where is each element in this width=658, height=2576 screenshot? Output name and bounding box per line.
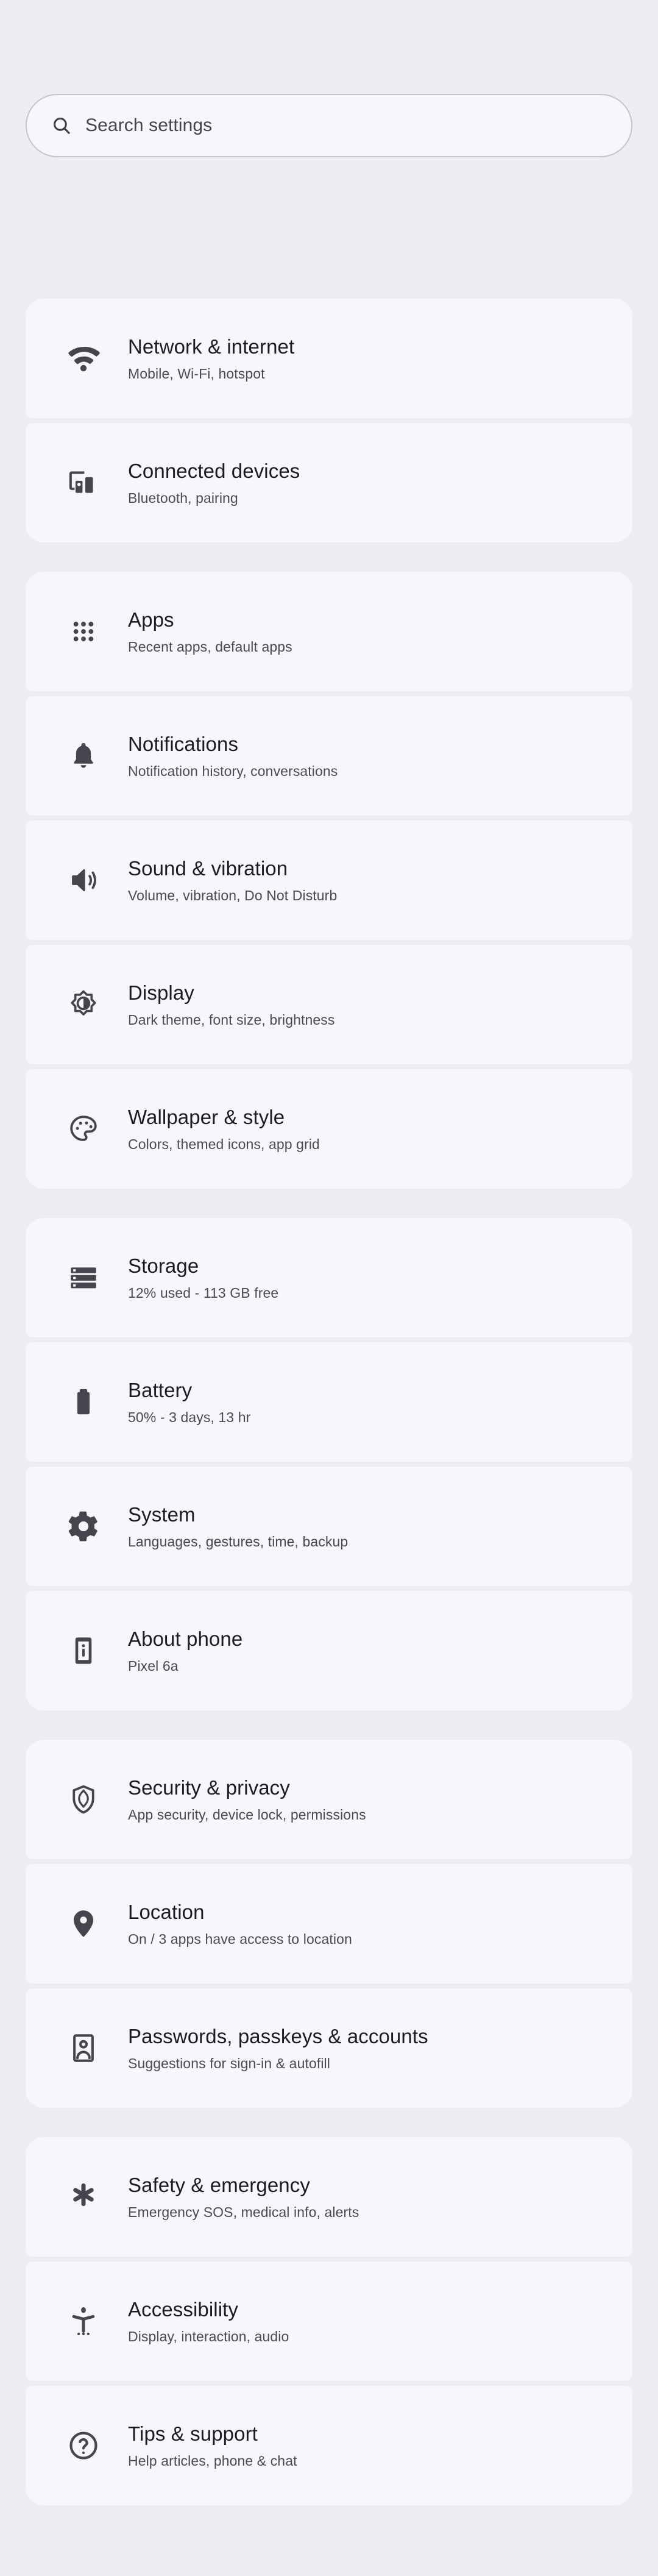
- settings-row-accessibility[interactable]: Accessibility Display, interaction, audi…: [26, 2261, 632, 2381]
- settings-row-text: Apps Recent apps, default apps: [128, 608, 292, 655]
- phone-info-icon: [67, 1634, 100, 1667]
- settings-group-privacy: Security & privacy App security, device …: [26, 1740, 632, 2108]
- settings-row-title: Wallpaper & style: [128, 1105, 285, 1128]
- bell-icon: [67, 739, 100, 772]
- settings-row-subtitle: Pixel 6a: [128, 1657, 179, 1674]
- settings-row-title: Notifications: [128, 732, 239, 755]
- settings-row-system[interactable]: System Languages, gestures, time, backup: [26, 1467, 632, 1586]
- settings-row-title: Network & internet: [128, 335, 295, 358]
- settings-row-tips-support[interactable]: Tips & support Help articles, phone & ch…: [26, 2386, 632, 2505]
- search-settings-bar[interactable]: Search settings: [26, 94, 632, 157]
- connected-devices-icon: [67, 466, 100, 499]
- search-input[interactable]: Search settings: [85, 116, 212, 135]
- settings-row-text: Notifications Notification history, conv…: [128, 733, 338, 780]
- settings-row-subtitle: Languages, gestures, time, backup: [128, 1533, 348, 1550]
- settings-row-subtitle: Volume, vibration, Do Not Disturb: [128, 887, 338, 903]
- battery-icon: [67, 1386, 100, 1418]
- settings-row-title: System: [128, 1503, 196, 1526]
- settings-row-text: Passwords, passkeys & accounts Suggestio…: [128, 2025, 428, 2072]
- settings-row-security-privacy[interactable]: Security & privacy App security, device …: [26, 1740, 632, 1859]
- shield-icon: [67, 1783, 100, 1816]
- settings-row-title: Location: [128, 1900, 205, 1923]
- settings-row-title: Sound & vibration: [128, 856, 288, 880]
- settings-row-subtitle: Emergency SOS, medical info, alerts: [128, 2204, 359, 2220]
- settings-row-text: Security & privacy App security, device …: [128, 1776, 366, 1823]
- settings-row-subtitle: Bluetooth, pairing: [128, 489, 238, 506]
- settings-row-subtitle: App security, device lock, permissions: [128, 1806, 366, 1823]
- settings-screen: Search settings Network & internet Mobil…: [0, 0, 658, 2576]
- settings-row-subtitle: Display, interaction, audio: [128, 2328, 289, 2344]
- settings-row-text: Sound & vibration Volume, vibration, Do …: [128, 857, 337, 904]
- settings-row-title: Tips & support: [128, 2422, 258, 2445]
- settings-row-sound-vibration[interactable]: Sound & vibration Volume, vibration, Do …: [26, 820, 632, 940]
- settings-row-title: Accessibility: [128, 2297, 239, 2321]
- settings-row-title: Apps: [128, 608, 174, 631]
- location-pin-icon: [67, 1907, 100, 1940]
- settings-row-subtitle: Colors, themed icons, app grid: [128, 1136, 320, 1152]
- settings-row-subtitle: Dark theme, font size, brightness: [128, 1011, 335, 1028]
- settings-row-text: Storage 12% used - 113 GB free: [128, 1254, 278, 1301]
- settings-row-battery[interactable]: Battery 50% - 3 days, 13 hr: [26, 1342, 632, 1462]
- settings-row-display[interactable]: Display Dark theme, font size, brightnes…: [26, 945, 632, 1064]
- settings-row-text: Connected devices Bluetooth, pairing: [128, 460, 300, 507]
- settings-row-apps[interactable]: Apps Recent apps, default apps: [26, 572, 632, 691]
- settings-row-about-phone[interactable]: About phone Pixel 6a: [26, 1591, 632, 1710]
- settings-group-apps-media: Apps Recent apps, default apps Notificat…: [26, 572, 632, 1189]
- help-circle-icon: [67, 2429, 100, 2462]
- accessibility-icon: [67, 2305, 100, 2338]
- search-icon: [51, 115, 72, 136]
- settings-row-text: System Languages, gestures, time, backup: [128, 1503, 348, 1550]
- settings-row-text: Tips & support Help articles, phone & ch…: [128, 2422, 297, 2469]
- volume-up-icon: [67, 864, 100, 897]
- settings-row-passwords-accounts[interactable]: Passwords, passkeys & accounts Suggestio…: [26, 1988, 632, 2108]
- apps-grid-icon: [67, 615, 100, 648]
- settings-row-title: Display: [128, 981, 194, 1004]
- gear-icon: [67, 1510, 100, 1543]
- settings-row-subtitle: Suggestions for sign-in & autofill: [128, 2055, 330, 2071]
- settings-group-device: Storage 12% used - 113 GB free Battery 5…: [26, 1218, 632, 1710]
- palette-icon: [67, 1112, 100, 1145]
- settings-row-text: Safety & emergency Emergency SOS, medica…: [128, 2174, 359, 2221]
- settings-row-subtitle: On / 3 apps have access to location: [128, 1930, 352, 1947]
- settings-row-subtitle: Recent apps, default apps: [128, 638, 292, 655]
- settings-row-title: Connected devices: [128, 459, 300, 482]
- settings-row-title: Passwords, passkeys & accounts: [128, 2024, 428, 2048]
- wifi-icon: [67, 342, 100, 375]
- settings-row-safety-emergency[interactable]: Safety & emergency Emergency SOS, medica…: [26, 2137, 632, 2257]
- settings-row-notifications[interactable]: Notifications Notification history, conv…: [26, 696, 632, 816]
- settings-row-connected-devices[interactable]: Connected devices Bluetooth, pairing: [26, 423, 632, 543]
- settings-row-subtitle: Notification history, conversations: [128, 763, 338, 779]
- brightness-icon: [67, 988, 100, 1021]
- storage-icon: [67, 1261, 100, 1294]
- settings-row-text: Location On / 3 apps have access to loca…: [128, 1901, 352, 1948]
- settings-row-storage[interactable]: Storage 12% used - 113 GB free: [26, 1218, 632, 1337]
- settings-row-text: About phone Pixel 6a: [128, 1628, 242, 1674]
- settings-row-text: Battery 50% - 3 days, 13 hr: [128, 1379, 250, 1426]
- settings-row-title: Safety & emergency: [128, 2173, 310, 2196]
- settings-row-text: Wallpaper & style Colors, themed icons, …: [128, 1106, 320, 1153]
- settings-group-connectivity: Network & internet Mobile, Wi-Fi, hotspo…: [26, 299, 632, 543]
- settings-row-title: About phone: [128, 1627, 243, 1650]
- settings-row-location[interactable]: Location On / 3 apps have access to loca…: [26, 1864, 632, 1984]
- settings-row-title: Battery: [128, 1378, 193, 1401]
- settings-row-subtitle: 12% used - 113 GB free: [128, 1284, 279, 1301]
- settings-row-title: Security & privacy: [128, 1776, 290, 1799]
- settings-row-text: Display Dark theme, font size, brightnes…: [128, 981, 335, 1028]
- settings-groups: Network & internet Mobile, Wi-Fi, hotspo…: [26, 299, 632, 2505]
- settings-row-title: Storage: [128, 1254, 199, 1277]
- settings-row-text: Accessibility Display, interaction, audi…: [128, 2298, 289, 2345]
- settings-row-subtitle: Help articles, phone & chat: [128, 2452, 297, 2469]
- passkey-badge-icon: [67, 2032, 100, 2065]
- settings-row-subtitle: 50% - 3 days, 13 hr: [128, 1409, 251, 1425]
- settings-group-support: Safety & emergency Emergency SOS, medica…: [26, 2137, 632, 2505]
- emergency-star-icon: [67, 2180, 100, 2213]
- settings-row-text: Network & internet Mobile, Wi-Fi, hotspo…: [128, 335, 294, 382]
- settings-row-wallpaper-style[interactable]: Wallpaper & style Colors, themed icons, …: [26, 1069, 632, 1189]
- settings-row-subtitle: Mobile, Wi-Fi, hotspot: [128, 365, 265, 382]
- settings-row-network-internet[interactable]: Network & internet Mobile, Wi-Fi, hotspo…: [26, 299, 632, 418]
